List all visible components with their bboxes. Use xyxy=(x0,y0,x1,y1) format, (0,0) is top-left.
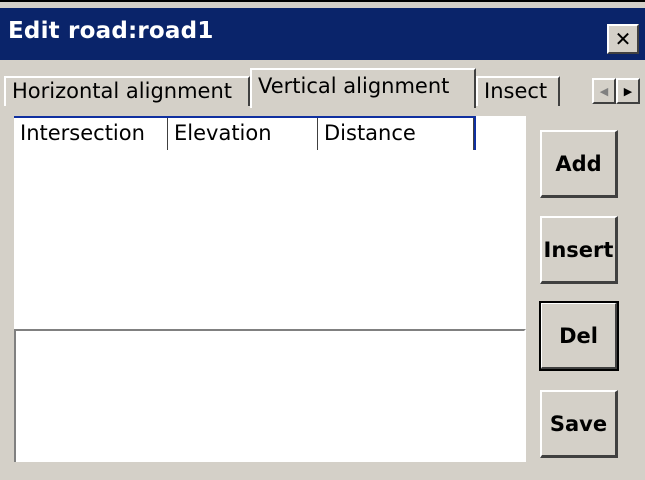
list-header: Intersection Elevation Distance xyxy=(14,116,476,150)
close-button[interactable]: ✕ xyxy=(607,24,639,54)
vertical-alignment-panel: Intersection Elevation Distance Add Inse… xyxy=(10,106,640,462)
tab-horizontal-alignment[interactable]: Horizontal alignment xyxy=(4,76,250,106)
scroll-right-icon: ▶ xyxy=(623,84,633,98)
tab-scroll-right-button[interactable]: ▶ xyxy=(616,78,640,104)
title-bar[interactable]: Edit road:road1 ✕ xyxy=(0,8,645,60)
intersection-list[interactable]: Intersection Elevation Distance xyxy=(14,116,526,329)
del-button[interactable]: Del xyxy=(539,301,619,371)
close-icon: ✕ xyxy=(614,27,632,51)
scroll-left-icon: ◀ xyxy=(599,84,609,98)
dialog-window: Edit road:road1 ✕ Horizontal alignment V… xyxy=(0,0,645,480)
column-header-intersection[interactable]: Intersection xyxy=(14,118,168,150)
tab-vertical-alignment[interactable]: Vertical alignment xyxy=(250,68,476,108)
insert-button[interactable]: Insert xyxy=(540,216,618,284)
add-button[interactable]: Add xyxy=(540,130,618,198)
tab-scroll-left-button[interactable]: ◀ xyxy=(592,78,616,104)
detail-view[interactable] xyxy=(14,329,526,462)
tab-insect[interactable]: Insect xyxy=(476,76,560,106)
column-header-distance[interactable]: Distance xyxy=(318,118,474,150)
column-header-elevation[interactable]: Elevation xyxy=(168,118,318,150)
tab-strip: Horizontal alignment Vertical alignment … xyxy=(0,60,645,108)
save-button[interactable]: Save xyxy=(540,390,618,458)
window-title: Edit road:road1 xyxy=(8,18,214,44)
